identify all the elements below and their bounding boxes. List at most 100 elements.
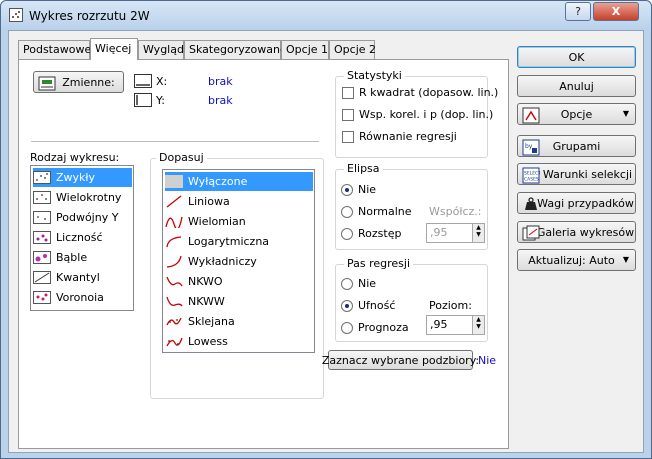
tab-skategoryzowane[interactable]: Skategoryzowane — [184, 40, 287, 59]
pas-nie-radio-dot[interactable] — [341, 277, 353, 290]
nkww-label: NKWW — [188, 295, 225, 308]
pas-prognoza-radio[interactable]: Prognoza — [341, 321, 409, 334]
variables-icon — [38, 76, 56, 91]
groups-button[interactable]: by Grupami — [517, 135, 636, 157]
voronoia-label: Voronoia — [56, 291, 104, 304]
wsp-korel-checkbox-box[interactable] — [342, 108, 354, 121]
elipsa-nie-radio[interactable]: Nie — [341, 183, 376, 196]
pas-prognoza-radio-dot[interactable] — [341, 321, 353, 334]
options-arrow-icon: ▼ — [622, 109, 629, 118]
pas-level-spinner[interactable]: ▲ ▼ — [472, 315, 485, 335]
wsp-korel-checkbox[interactable]: Wsp. korel. i p (dop. lin.) — [342, 108, 493, 121]
list-item-wielomian[interactable]: Wielomian — [165, 212, 246, 231]
licznosc-label: Liczność — [56, 231, 103, 244]
elipsa-normalne-radio-dot[interactable] — [341, 205, 353, 218]
list-item-logarytmiczna[interactable]: Logarytmiczna — [165, 232, 269, 251]
list-item-podwojny-y[interactable]: Podwójny Y — [33, 208, 118, 227]
elipsa-rozstep-radio[interactable]: Rozstęp — [341, 227, 401, 240]
wylaczone-label: Wyłączone — [188, 175, 248, 188]
ok-button[interactable]: OK — [517, 46, 636, 68]
list-item-wykladniczy[interactable]: Wykładniczy — [165, 252, 257, 271]
list-item-kwantyl[interactable]: Kwantyl — [33, 268, 100, 287]
licznosc-icon — [33, 231, 51, 244]
help-button[interactable]: ? — [565, 2, 591, 21]
wylaczone-icon — [165, 175, 183, 188]
dopasuj-listbox[interactable]: Wyłączone Liniowa Wielomian Logarytmiczn… — [162, 169, 315, 353]
pas-regresji-legend: Pas regresji — [344, 258, 414, 270]
variables-button[interactable]: Zmienne: — [33, 71, 124, 93]
list-item-liniowa[interactable]: Liniowa — [165, 192, 230, 211]
rodzaj-listbox[interactable]: Zwykły Wielokrotny Podwójny Y Liczność B… — [30, 165, 134, 311]
svg-text:SELECT: SELECT — [524, 171, 540, 177]
pas-ufnosc-radio[interactable]: Ufność — [341, 299, 395, 312]
elipsa-normalne-label: Normalne — [358, 205, 412, 218]
list-item-voronoia[interactable]: Voronoia — [33, 288, 104, 307]
tab-wyglad[interactable]: Wygląd — [138, 40, 184, 59]
list-item-nkww[interactable]: NKWW — [165, 292, 225, 311]
options-button[interactable]: Opcje ▼ — [517, 103, 636, 125]
podwojny-y-icon — [33, 211, 51, 224]
zwykly-label: Zwykły — [56, 171, 96, 184]
svg-text:CASES: CASES — [524, 177, 539, 183]
nkww-icon — [166, 296, 183, 307]
pas-regresji-group: Pas regresji Nie Ufność Prognoza Poziom:… — [335, 258, 488, 342]
rownanie-checkbox[interactable]: Równanie regresji — [342, 130, 457, 143]
r-kwadrat-checkbox[interactable]: R kwadrat (dopasow. lin.) — [342, 86, 498, 99]
elipsa-coef-spinner[interactable]: ▲ ▼ — [472, 223, 485, 243]
elipsa-legend: Elipsa — [344, 163, 383, 175]
separator — [31, 141, 319, 142]
elipsa-rozstep-radio-dot[interactable] — [341, 227, 353, 240]
x-variable-icon — [134, 74, 152, 88]
tab-opcje2[interactable]: Opcje 2 — [329, 40, 376, 59]
select-subsets-button[interactable]: Zaznacz wybrane podzbiory: — [322, 350, 479, 370]
rownanie-label: Równanie regresji — [359, 130, 457, 143]
x-label: X: — [156, 75, 168, 88]
rownanie-checkbox-box[interactable] — [342, 130, 354, 143]
update-label: Aktualizuj: Auto — [528, 253, 615, 267]
pas-ufnosc-label: Ufność — [358, 299, 396, 312]
case-weights-button[interactable]: Wagi przypadków — [517, 192, 636, 214]
tab-podstawowe[interactable]: Podstawowe — [18, 40, 91, 59]
graph-gallery-button[interactable]: Galeria wykresów — [517, 221, 636, 243]
list-item-licznosc[interactable]: Liczność — [33, 228, 103, 247]
bable-label: Bąble — [56, 251, 88, 264]
list-item-bable[interactable]: Bąble — [33, 248, 87, 267]
elipsa-nie-radio-dot[interactable] — [341, 183, 353, 196]
cancel-button[interactable]: Anuluj — [517, 75, 636, 97]
elipsa-coef-input[interactable]: ,95 — [426, 223, 473, 243]
selection-conditions-button[interactable]: SELECT CASES Warunki selekcji — [517, 163, 636, 185]
elipsa-rozstep-label: Rozstęp — [358, 227, 402, 240]
podwojny-y-label: Podwójny Y — [56, 211, 119, 224]
pas-prognoza-label: Prognoza — [358, 321, 409, 334]
svg-text:by: by — [525, 143, 533, 150]
tab-wiecej[interactable]: Więcej — [90, 38, 138, 60]
lowess-label: Lowess — [188, 335, 228, 348]
pas-level-input[interactable]: ,95 — [426, 315, 473, 335]
app-icon — [9, 8, 23, 22]
statystyki-legend: Statystyki — [344, 70, 405, 82]
x-value: brak — [208, 75, 233, 88]
pas-nie-radio[interactable]: Nie — [341, 277, 376, 290]
list-item-zwykly[interactable]: Zwykły — [33, 168, 132, 187]
list-item-wielokrotny[interactable]: Wielokrotny — [33, 188, 121, 207]
update-auto-button[interactable]: Aktualizuj: Auto ▼ — [517, 249, 636, 271]
list-item-nkwo[interactable]: NKWO — [165, 272, 223, 291]
r-kwadrat-label: R kwadrat (dopasow. lin.) — [359, 86, 499, 99]
groups-label: Grupami — [552, 139, 601, 153]
tab-opcje1[interactable]: Opcje 1 — [281, 40, 329, 59]
weights-label: Wagi przypadków — [537, 196, 634, 210]
close-button[interactable]: X — [593, 2, 639, 21]
r-kwadrat-checkbox-box[interactable] — [342, 86, 354, 99]
pas-ufnosc-radio-dot[interactable] — [341, 299, 353, 312]
nkwo-icon — [166, 276, 183, 287]
list-item-sklejana[interactable]: Sklejana — [165, 312, 235, 331]
dialog-window: Wykres rozrzutu 2W ? X Podstawowe Więcej… — [0, 0, 652, 459]
elipsa-normalne-radio[interactable]: Normalne — [341, 205, 412, 218]
update-arrow-icon: ▼ — [622, 255, 629, 264]
dopasuj-legend: Dopasuj — [156, 152, 207, 164]
wielomian-icon — [165, 216, 183, 228]
weights-icon — [525, 197, 537, 210]
list-item-wylaczone[interactable]: Wyłączone — [165, 172, 313, 191]
list-item-lowess[interactable]: Lowess — [165, 332, 228, 351]
tab-panel-wiecej: Zmienne: X: brak Y: brak Statystyki R kw… — [18, 59, 509, 449]
